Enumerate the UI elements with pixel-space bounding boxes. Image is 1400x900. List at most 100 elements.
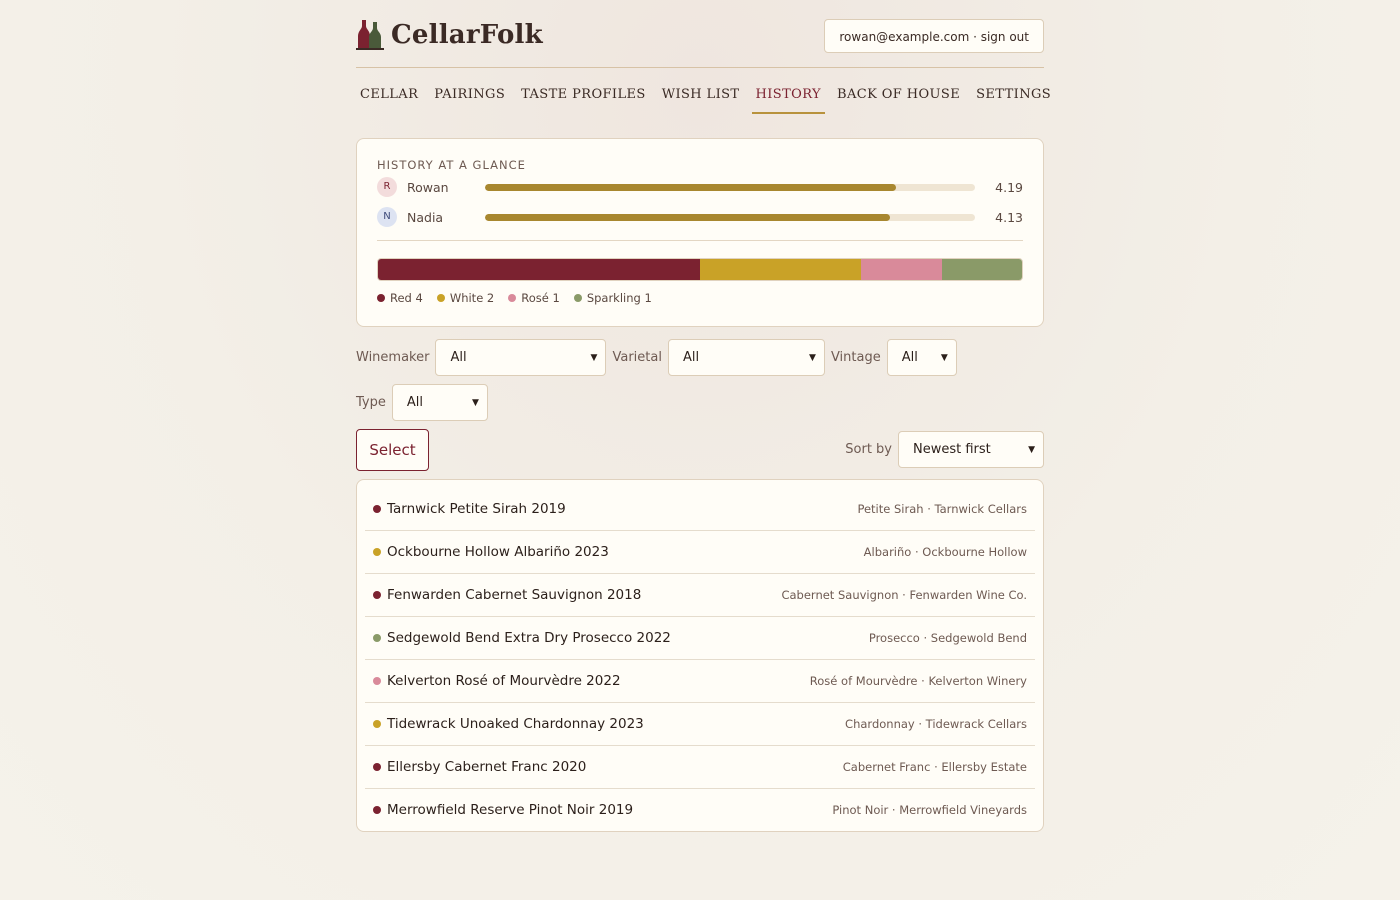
chevron-down-icon: ▼: [590, 352, 598, 363]
wine-bottles-icon: [356, 20, 384, 50]
chevron-down-icon: ▼: [471, 397, 479, 408]
wine-row[interactable]: Merrowfield Reserve Pinot Noir 2019 Pinot…: [365, 789, 1035, 831]
wine-type-dot: [373, 806, 381, 814]
wine-type-dot: [373, 720, 381, 728]
type-stack-bar: [377, 258, 1023, 281]
nav-tab-settings[interactable]: SETTINGS: [972, 68, 1055, 112]
stack-segment: [861, 259, 942, 280]
type-legend: Red 4 White 2 Rosé 1 Sparkling 1: [377, 291, 1023, 305]
legend-dot: [377, 294, 385, 302]
header: CellarFolk rowan@example.com · sign out: [356, 0, 1044, 68]
wine-type-dot: [373, 591, 381, 599]
wine-type-dot: [373, 634, 381, 642]
nav-tab-cellar[interactable]: CELLAR: [356, 68, 422, 112]
filters: Winemaker All ▼ Varietal All ▼ Vintage A…: [356, 339, 1044, 429]
person-row: N Nadia 4.13: [377, 202, 1023, 232]
glance-divider: [377, 240, 1023, 241]
page: CellarFolk rowan@example.com · sign out …: [356, 0, 1051, 832]
chevron-down-icon: ▼: [940, 352, 948, 363]
varietal-select-value: All: [682, 350, 700, 365]
wine-name: Ellersby Cabernet Franc 2020: [387, 759, 587, 775]
legend-label: Sparkling 1: [586, 291, 652, 305]
varietal-label: Varietal: [612, 350, 662, 365]
wine-meta: Rosé of Mourvèdre · Kelverton Winery: [809, 674, 1027, 688]
legend-item: Rosé 1: [508, 291, 560, 305]
wine-meta: Cabernet Franc · Ellersby Estate: [842, 760, 1027, 774]
legend-dot: [573, 294, 582, 302]
wine-name: Merrowfield Reserve Pinot Noir 2019: [387, 802, 634, 818]
legend-dot: [508, 294, 517, 302]
legend-item: White 2: [436, 291, 495, 305]
wine-meta: Pinot Noir · Merrowfield Vineyards: [832, 803, 1027, 817]
stack-segment: [700, 259, 861, 280]
sort-label: Sort by: [845, 442, 892, 457]
vintage-select[interactable]: All ▼: [886, 339, 957, 376]
winemaker-label: Winemaker: [356, 350, 430, 365]
legend-dot: [436, 294, 445, 302]
wine-meta: Chardonnay · Tidewrack Cellars: [845, 717, 1027, 731]
person-score: 4.13: [995, 209, 1023, 225]
rating-bar-fill: [485, 213, 890, 221]
wine-row[interactable]: Ellersby Cabernet Franc 2020 Cabernet Fra…: [365, 746, 1035, 789]
sort-select[interactable]: Newest first ▼: [898, 431, 1044, 468]
wine-row[interactable]: Tarnwick Petite Sirah 2019 Petite Sirah ·…: [365, 488, 1035, 531]
vintage-select-value: All: [901, 350, 918, 365]
rating-bar-fill: [485, 183, 896, 191]
vintage-label: Vintage: [830, 350, 881, 365]
person-name: Rowan: [407, 179, 449, 195]
wine-name: Ockbourne Hollow Albariño 2023: [387, 544, 609, 560]
avatar: N: [377, 207, 397, 227]
stack-segment: [378, 259, 700, 280]
nav-tab-history[interactable]: HISTORY: [751, 68, 825, 114]
type-select-value: All: [406, 395, 423, 410]
stack-segment: [941, 259, 1022, 280]
wine-history-list: Tarnwick Petite Sirah 2019 Petite Sirah ·…: [356, 479, 1044, 832]
wine-row[interactable]: Sedgewold Bend Extra Dry Prosecco 2022 Pr…: [365, 617, 1035, 660]
wine-name: Tarnwick Petite Sirah 2019: [387, 501, 566, 517]
wine-type-dot: [373, 677, 381, 685]
chevron-down-icon: ▼: [809, 352, 816, 363]
nav-tab-taste-profiles[interactable]: TASTE PROFILES: [517, 68, 650, 112]
sort-select-value: Newest first: [913, 442, 991, 457]
logo[interactable]: CellarFolk: [356, 20, 543, 50]
wine-meta: Cabernet Sauvignon · Fenwarden Wine Co.: [781, 588, 1027, 602]
legend-label: Red 4: [390, 291, 423, 305]
rating-bar-track: [485, 213, 975, 221]
legend-label: White 2: [449, 291, 495, 305]
wine-row[interactable]: Kelverton Rosé of Mourvèdre 2022 Rosé of …: [365, 660, 1035, 703]
wine-type-dot: [373, 505, 381, 513]
history-glance-card: HISTORY AT A GLANCE R Rowan 4.19 N Nadia 4.13…: [356, 138, 1044, 327]
app-title: CellarFolk: [391, 20, 543, 50]
wine-meta: Prosecco · Sedgewold Bend: [868, 631, 1027, 645]
chevron-down-icon: ▼: [1028, 444, 1035, 455]
winemaker-select[interactable]: All ▼: [435, 339, 607, 376]
person-row: R Rowan 4.19: [377, 172, 1023, 202]
type-select[interactable]: All ▼: [391, 384, 488, 421]
list-toolbar: Select Sort by Newest first ▼: [356, 429, 1044, 471]
rating-bar-track: [485, 183, 975, 191]
wine-name: Fenwarden Cabernet Sauvignon 2018: [387, 587, 642, 603]
varietal-select[interactable]: All ▼: [667, 339, 825, 376]
type-label: Type: [356, 395, 386, 410]
wine-row[interactable]: Tidewrack Unoaked Chardonnay 2023 Chardon…: [365, 703, 1035, 746]
sort-control: Sort by Newest first ▼: [845, 431, 1044, 468]
wine-row[interactable]: Ockbourne Hollow Albariño 2023 Albariño ·…: [365, 531, 1035, 574]
glance-title: HISTORY AT A GLANCE: [377, 158, 526, 172]
legend-item: Red 4: [377, 291, 423, 305]
winemaker-select-value: All: [450, 350, 467, 365]
account-button[interactable]: rowan@example.com · sign out: [824, 19, 1044, 53]
wine-meta: Albariño · Ockbourne Hollow: [863, 545, 1027, 559]
wine-row[interactable]: Fenwarden Cabernet Sauvignon 2018 Caberne…: [365, 574, 1035, 617]
select-button[interactable]: Select: [356, 429, 429, 471]
wine-meta: Petite Sirah · Tarnwick Cellars: [857, 502, 1027, 516]
nav-tab-back-of-house[interactable]: BACK OF HOUSE: [833, 68, 964, 112]
wine-name: Tidewrack Unoaked Chardonnay 2023: [387, 716, 644, 732]
filter-row-1: Winemaker All ▼ Varietal All ▼ Vintage A…: [356, 339, 1044, 376]
wine-name: Sedgewold Bend Extra Dry Prosecco 2022: [387, 630, 671, 646]
legend-label: Rosé 1: [521, 291, 560, 305]
filter-row-2: Type All ▼: [356, 384, 1044, 421]
nav-tab-pairings[interactable]: PAIRINGS: [430, 68, 509, 112]
nav-tab-wish-list[interactable]: WISH LIST: [658, 68, 744, 112]
person-score: 4.19: [995, 179, 1023, 195]
people-list: R Rowan 4.19 N Nadia 4.13: [377, 172, 1023, 232]
